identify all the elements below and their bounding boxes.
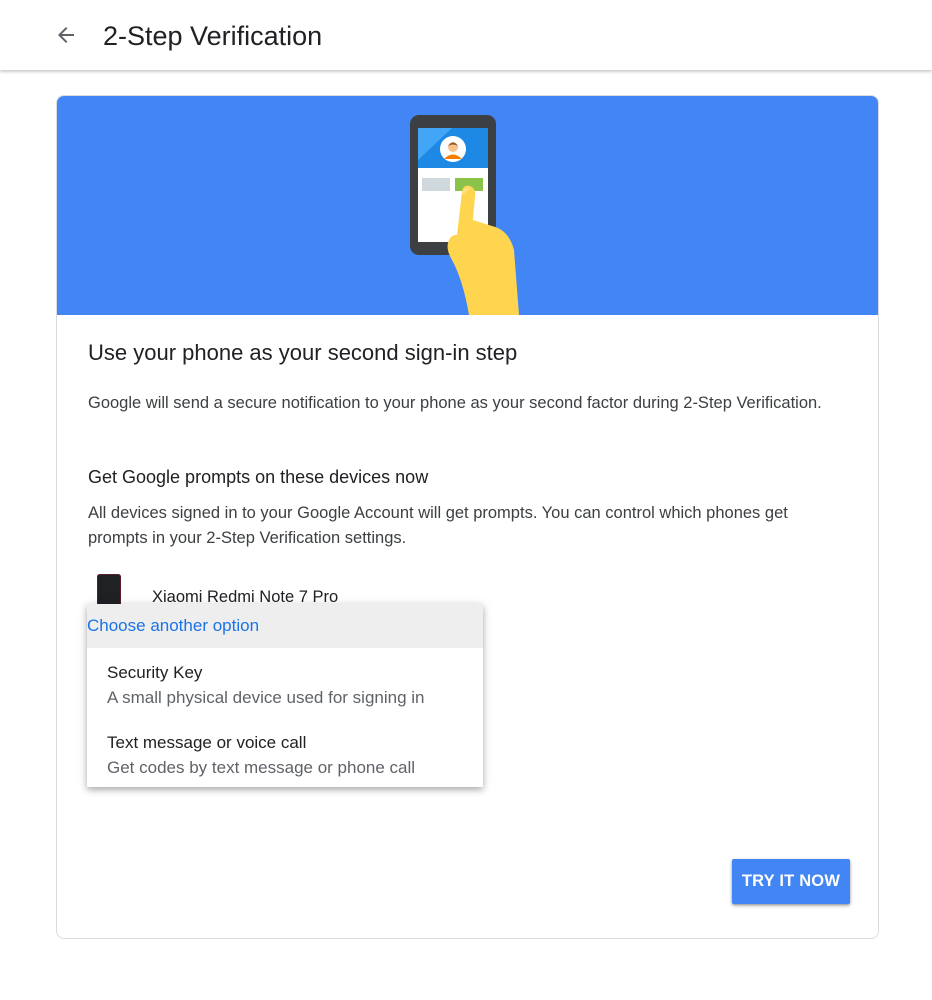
page-title: 2-Step Verification <box>103 21 323 51</box>
arrow-back-icon <box>58 27 74 43</box>
back-button[interactable] <box>48 17 84 53</box>
choose-another-option-link[interactable]: Choose another option <box>87 614 259 638</box>
choose-option-menu: Choose another option Security Key A sma… <box>87 604 483 787</box>
menu-item-text-message[interactable]: Text message or voice call Get codes by … <box>87 731 483 799</box>
phone-prompt-illustration <box>410 115 519 315</box>
top-app-bar: 2-Step Verification <box>0 0 932 70</box>
devices-heading: Get Google prompts on these devices now <box>88 467 429 487</box>
smartphone-icon <box>97 574 121 608</box>
menu-header[interactable]: Choose another option <box>87 604 483 648</box>
menu-item-subtitle: A small physical device used for signing… <box>107 688 425 707</box>
menu-item-title: Text message or voice call <box>107 733 307 752</box>
menu-item-security-key[interactable]: Security Key A small physical device use… <box>87 661 483 729</box>
section-description: Google will send a secure notification t… <box>88 394 822 412</box>
main-card: Use your phone as your second sign-in st… <box>56 95 879 939</box>
devices-description: All devices signed in to your Google Acc… <box>88 504 788 547</box>
menu-item-title: Security Key <box>107 663 203 682</box>
menu-item-subtitle: Get codes by text message or phone call <box>107 758 416 777</box>
section-heading: Use your phone as your second sign-in st… <box>88 340 518 365</box>
try-it-now-button[interactable]: TRY IT NOW <box>732 859 850 904</box>
hero-banner <box>57 96 878 315</box>
